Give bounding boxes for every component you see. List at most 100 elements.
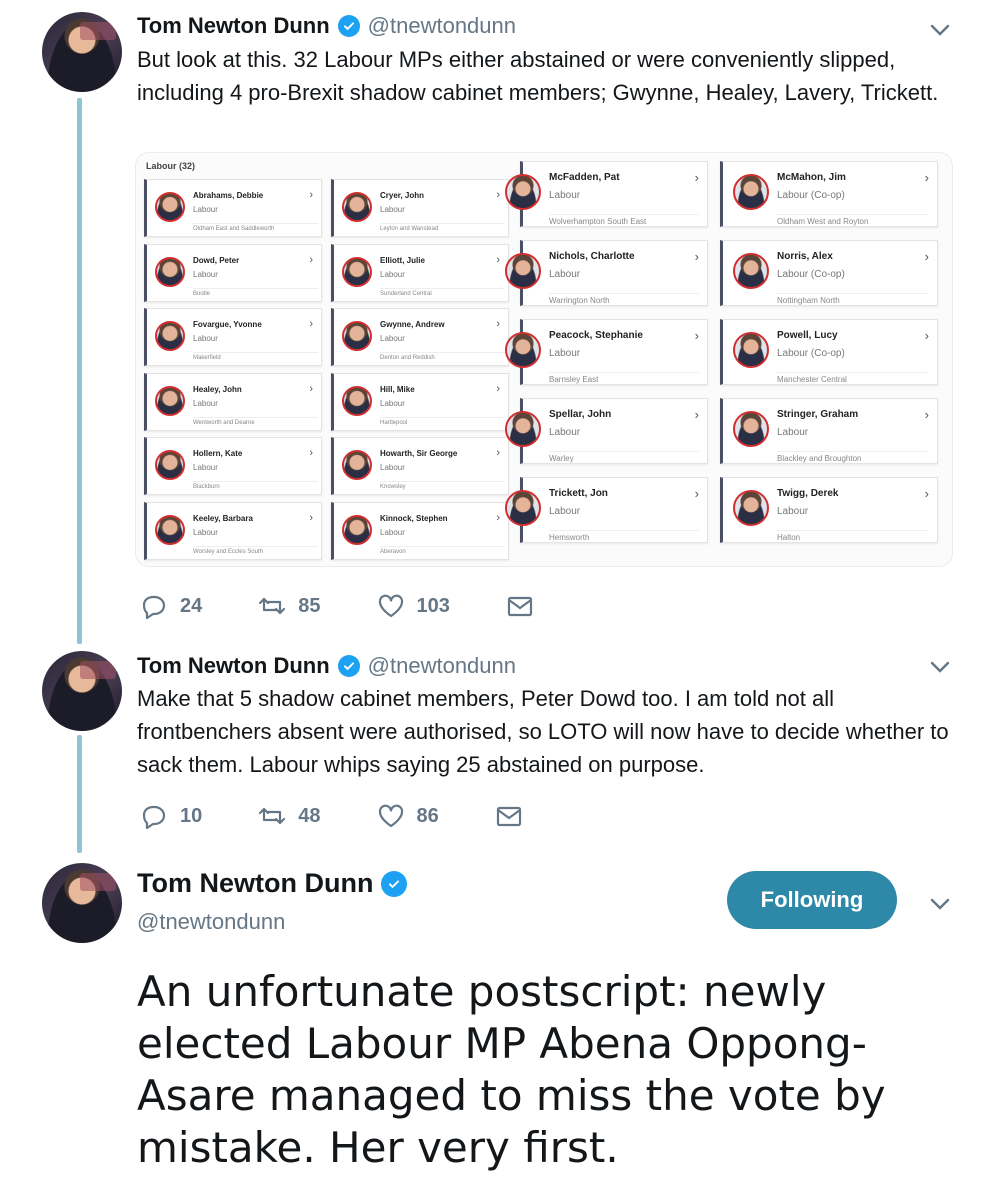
mp-card[interactable]: Trickett, Jon Labour Hemsworth › <box>505 477 708 543</box>
avatar[interactable] <box>42 863 122 943</box>
mp-party: Labour <box>549 269 581 280</box>
mp-card[interactable]: McMahon, Jim Labour (Co-op) Oldham West an… <box>720 161 938 227</box>
mp-name: Gwynne, Andrew <box>380 320 445 329</box>
like-button[interactable]: 103 <box>377 592 450 620</box>
mp-card[interactable]: Cryer, John Labour Leyton and Wanstead › <box>331 179 509 237</box>
mp-card[interactable]: Stringer, Graham Labour Blackley and Broug… <box>720 398 938 464</box>
mp-party: Labour <box>380 463 405 472</box>
mp-card[interactable]: Powell, Lucy Labour (Co-op) Manchester Cen… <box>720 319 938 385</box>
mp-constituency: Oldham West and Royton <box>777 214 927 226</box>
mp-card[interactable]: Norris, Alex Labour (Co-op) Nottingham Nor… <box>720 240 938 306</box>
chevron-right-icon: › <box>496 189 500 201</box>
chevron-right-icon: › <box>924 407 929 422</box>
mp-card[interactable]: Healey, John Labour Wentworth and Dearne › <box>144 372 322 431</box>
mp-party: Labour <box>380 269 405 279</box>
author-name[interactable]: Tom Newton Dunn <box>137 868 373 899</box>
mp-photo <box>733 253 769 289</box>
reply-button[interactable]: 24 <box>140 592 202 620</box>
verified-icon <box>337 655 360 677</box>
author-name[interactable]: Tom Newton Dunn <box>137 653 330 679</box>
mp-card[interactable]: Hill, Mike Labour Hartlepool › <box>331 372 509 431</box>
mp-photo <box>505 174 541 210</box>
mp-card[interactable]: Hollern, Kate Labour Blackburn › <box>144 437 322 495</box>
mp-card[interactable]: Abrahams, Debbie Labour Oldham East and Sa… <box>144 179 322 237</box>
mp-constituency: Hartlepool <box>380 416 505 426</box>
mp-card[interactable]: McFadden, Pat Labour Wolverhampton South E… <box>505 161 708 227</box>
mp-card[interactable]: Dowd, Peter Labour Bootle › <box>144 243 322 302</box>
reply-icon <box>142 595 166 620</box>
mp-photo <box>733 174 769 210</box>
mp-constituency: Barnsley East <box>549 372 699 384</box>
avatar[interactable] <box>42 651 122 731</box>
chevron-right-icon: › <box>309 382 313 395</box>
avatar[interactable] <box>42 12 122 92</box>
chevron-down-icon[interactable] <box>928 892 952 916</box>
mp-card[interactable]: Peacock, Stephanie Labour Barnsley East › <box>505 319 708 385</box>
mp-card[interactable]: Spellar, John Labour Warley › <box>505 398 708 464</box>
chevron-right-icon: › <box>496 447 500 459</box>
author-name[interactable]: Tom Newton Dunn <box>137 13 330 39</box>
mp-name: Peacock, Stephanie <box>549 330 643 341</box>
mp-name: Spellar, John <box>549 409 612 420</box>
mp-party: Labour <box>777 506 809 517</box>
mp-photo <box>342 385 372 416</box>
retweet-icon <box>259 807 286 825</box>
mp-name: Cryer, John <box>380 191 425 200</box>
tweet-media[interactable]: Labour (32) Abrahams, Debbie Labour Oldham… <box>135 152 953 567</box>
mp-constituency: Nottingham North <box>777 293 927 305</box>
mp-photo <box>733 411 769 447</box>
chevron-down-icon[interactable] <box>928 18 952 42</box>
mp-party: Labour <box>549 348 581 359</box>
verified-icon <box>337 15 360 37</box>
mp-name: Stringer, Graham <box>777 409 859 420</box>
tweet-2[interactable]: Tom Newton Dunn @tnewtondunn Make that 5… <box>0 640 1000 850</box>
mp-card[interactable]: Kinnock, Stephen Labour Aberavon › <box>331 501 509 560</box>
chevron-right-icon: › <box>496 318 500 330</box>
tweet-1[interactable]: Tom Newton Dunn @tnewtondunn But look at… <box>0 0 1000 640</box>
mp-party: Labour <box>380 398 405 408</box>
chevron-right-icon: › <box>694 486 699 501</box>
retweet-icon <box>259 597 286 615</box>
retweet-button[interactable]: 85 <box>258 592 321 620</box>
mp-photo <box>505 332 541 368</box>
mp-party: Labour <box>193 205 218 214</box>
mp-constituency: Wentworth and Dearne <box>193 416 318 426</box>
mp-card[interactable]: Nichols, Charlotte Labour Warrington North… <box>505 240 708 306</box>
mp-constituency: Aberavon <box>380 545 505 555</box>
mp-party: Labour <box>193 398 218 408</box>
message-button[interactable] <box>506 592 534 620</box>
mp-party: Labour <box>380 205 405 214</box>
mp-name: Healey, John <box>193 384 242 394</box>
mp-card[interactable]: Twigg, Derek Labour Halton › <box>720 477 938 543</box>
chevron-right-icon: › <box>309 318 313 330</box>
following-button[interactable]: Following <box>727 871 897 929</box>
mp-name: Elliott, Julie <box>380 255 425 265</box>
chevron-down-icon[interactable] <box>928 655 952 679</box>
mp-photo <box>155 192 185 222</box>
mp-card[interactable]: Fovargue, Yvonne Labour Makerfield › <box>144 308 322 366</box>
reply-button[interactable]: 10 <box>140 802 202 830</box>
tweet-text: Make that 5 shadow cabinet members, Pete… <box>137 686 949 777</box>
author-handle[interactable]: @tnewtondunn <box>368 13 516 39</box>
mp-name: Fovargue, Yvonne <box>193 320 262 329</box>
author-handle[interactable]: @tnewtondunn <box>137 909 285 935</box>
author-handle[interactable]: @tnewtondunn <box>368 653 516 679</box>
mp-card[interactable]: Keeley, Barbara Labour Worsley and Eccles … <box>144 501 322 560</box>
mp-card[interactable]: Elliott, Julie Labour Sunderland Central › <box>331 243 509 302</box>
mp-photo <box>155 450 185 480</box>
mp-photo <box>342 514 372 545</box>
mp-constituency: Blackburn <box>193 481 318 490</box>
mp-constituency: Warley <box>549 451 699 463</box>
chevron-right-icon: › <box>694 328 699 343</box>
mp-constituency: Warrington North <box>549 293 699 305</box>
chevron-right-icon: › <box>924 328 929 343</box>
retweet-button[interactable]: 48 <box>258 802 321 830</box>
mp-name: Keeley, Barbara <box>193 513 253 523</box>
reply-icon <box>142 805 166 830</box>
mp-party: Labour <box>193 334 218 343</box>
message-button[interactable] <box>495 802 523 830</box>
like-button[interactable]: 86 <box>377 802 439 830</box>
message-icon <box>496 806 521 827</box>
mp-card[interactable]: Gwynne, Andrew Labour Denton and Reddish › <box>331 308 509 366</box>
mp-card[interactable]: Howarth, Sir George Labour Knowsley › <box>331 437 509 495</box>
